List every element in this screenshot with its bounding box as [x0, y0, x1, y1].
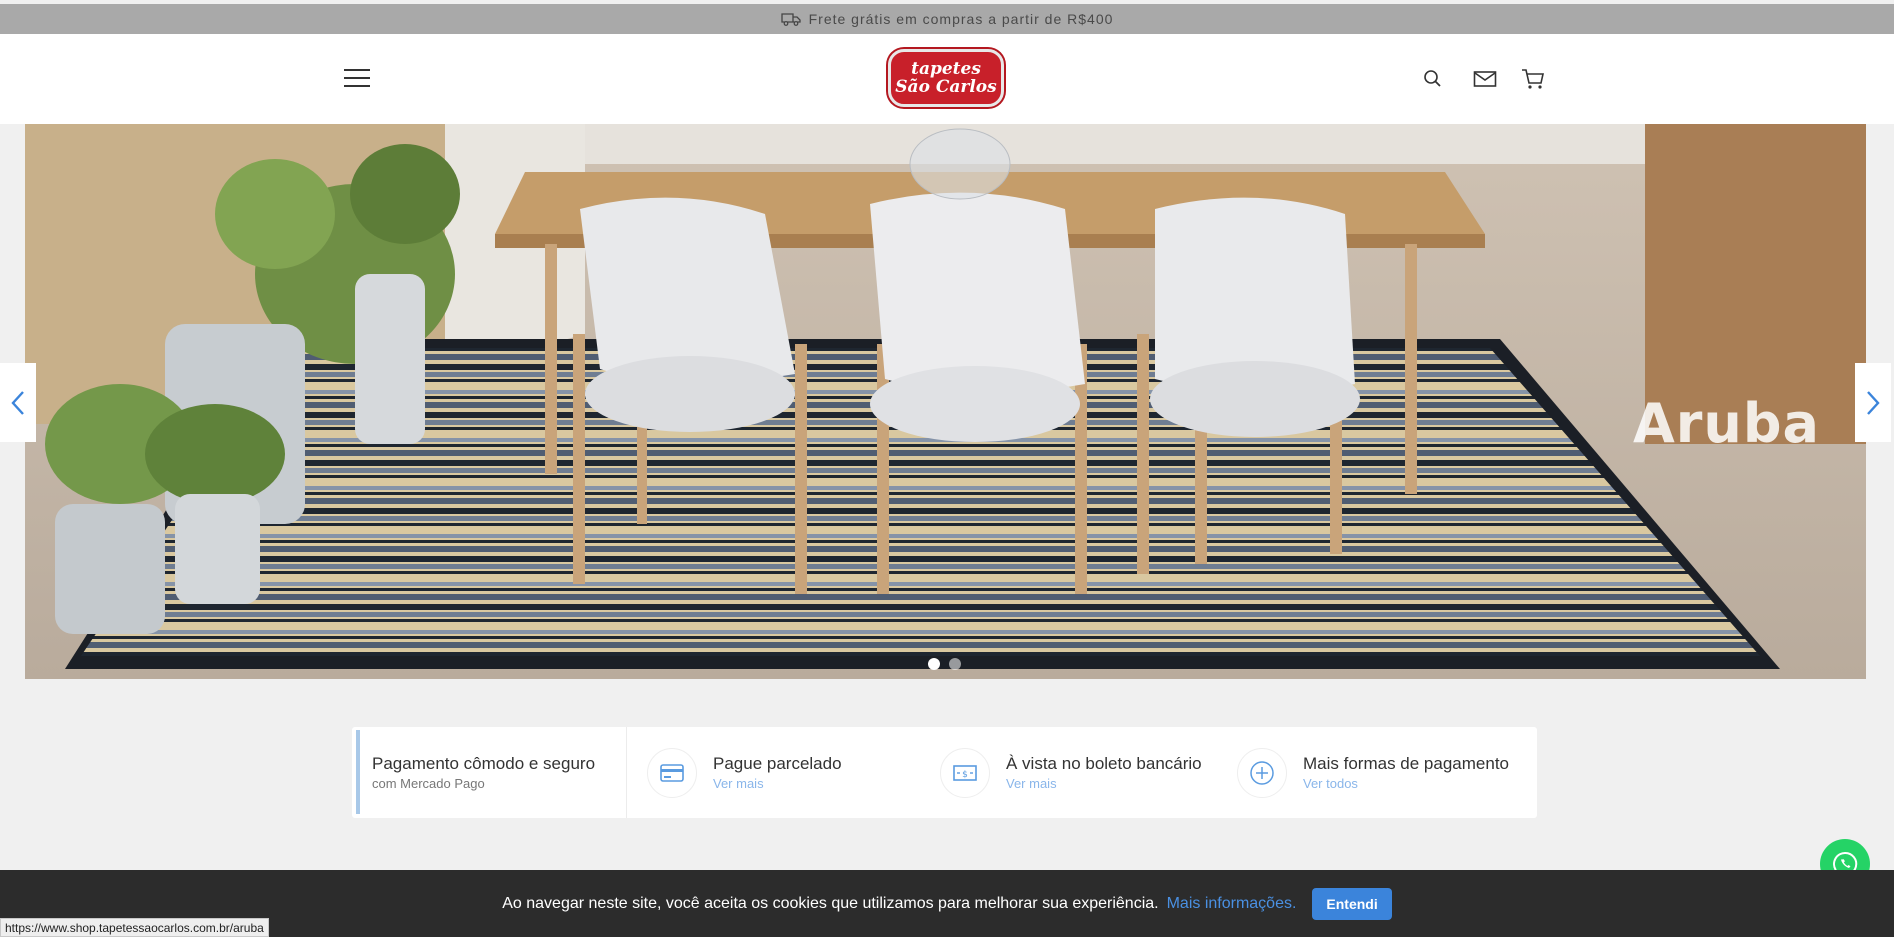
- search-icon[interactable]: [1420, 67, 1446, 91]
- menu-icon[interactable]: [344, 67, 370, 89]
- cookie-accept-button[interactable]: Entendi: [1312, 887, 1392, 920]
- plus-circle-icon: [1237, 747, 1287, 798]
- truck-icon: [780, 13, 801, 26]
- browser-status-bar: https://www.shop.tapetessaocarlos.com.br…: [0, 918, 269, 937]
- payment-item-more-methods[interactable]: Mais formas de pagamento Ver todos: [1237, 727, 1509, 818]
- chevron-right-icon: [1867, 390, 1880, 415]
- see-all-link[interactable]: Ver todos: [1303, 775, 1509, 793]
- slide-indicator: [928, 658, 961, 670]
- payment-info-bar: Pagamento cômodo e seguro com Mercado Pa…: [352, 727, 1537, 818]
- chevron-left-icon: [11, 390, 24, 415]
- payment-item-installments[interactable]: Pague parcelado Ver mais: [647, 727, 842, 818]
- payment-subtitle: com Mercado Pago: [372, 775, 485, 791]
- svg-text:$: $: [962, 770, 968, 780]
- dining-room-rug-photo: [25, 124, 1866, 679]
- payment-title: Mais formas de pagamento: [1303, 753, 1509, 773]
- payment-item-mercado-pago: Pagamento cômodo e seguro com Mercado Pa…: [372, 727, 595, 818]
- payment-bar-accent: [356, 730, 360, 814]
- promo-bar: Frete grátis em compras a partir de R$40…: [0, 4, 1894, 34]
- hero-caption: Aruba: [1633, 392, 1820, 455]
- hero-slide-image[interactable]: Aruba: [25, 124, 1866, 679]
- payment-item-boleto[interactable]: $ À vista no boleto bancário Ver mais: [940, 727, 1202, 818]
- slide-dot-2[interactable]: [949, 658, 961, 670]
- cart-icon[interactable]: [1520, 67, 1546, 91]
- slide-dot-1[interactable]: [928, 658, 940, 670]
- cookie-banner: Ao navegar neste site, você aceita os co…: [0, 870, 1894, 937]
- promo-text: Frete grátis em compras a partir de R$40…: [808, 11, 1114, 27]
- next-slide-button[interactable]: [1855, 363, 1891, 442]
- prev-slide-button[interactable]: [0, 363, 36, 442]
- cash-icon: $: [940, 747, 990, 798]
- cookie-more-info-link[interactable]: Mais informações.: [1167, 895, 1297, 913]
- cookie-text: Ao navegar neste site, você aceita os co…: [502, 894, 1159, 912]
- logo-line-2: São Carlos: [895, 77, 997, 97]
- see-more-link[interactable]: Ver mais: [1006, 775, 1202, 793]
- logo-line-1: tapetes: [911, 59, 981, 79]
- payment-divider: [626, 727, 627, 818]
- payment-title: Pague parcelado: [713, 753, 842, 773]
- payment-title: Pagamento cômodo e seguro: [372, 753, 596, 773]
- site-header: tapetes São Carlos: [0, 34, 1894, 124]
- credit-card-icon: [647, 747, 697, 798]
- store-logo[interactable]: tapetes São Carlos: [888, 49, 1004, 107]
- see-more-link[interactable]: Ver mais: [713, 775, 842, 793]
- payment-title: À vista no boleto bancário: [1006, 753, 1202, 773]
- mail-icon[interactable]: [1472, 67, 1498, 91]
